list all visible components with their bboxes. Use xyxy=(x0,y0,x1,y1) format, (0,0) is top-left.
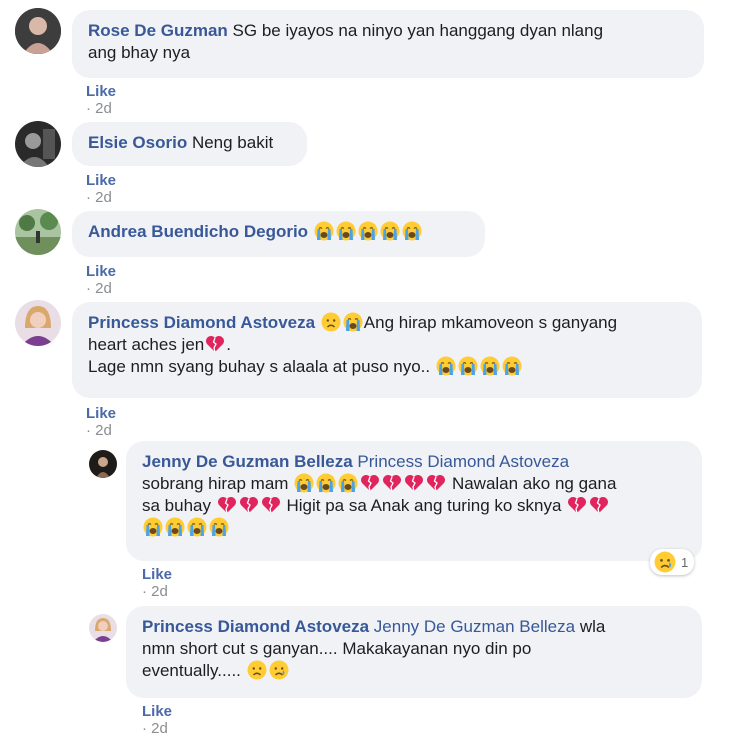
sad-face-emoji xyxy=(269,660,289,680)
meta-separator: · xyxy=(86,422,91,439)
broken-heart-emoji xyxy=(239,495,259,515)
timestamp[interactable]: 2d xyxy=(95,189,112,206)
reply-text: eventually..... xyxy=(142,661,241,680)
meta-separator: · xyxy=(86,189,91,206)
meta-separator: · xyxy=(86,100,91,117)
reply-meta: Like · 2d xyxy=(142,703,172,737)
comment-text: Lage nmn syang buhay s alaala at puso ny… xyxy=(88,357,431,376)
broken-heart-emoji xyxy=(205,334,225,354)
avatar[interactable] xyxy=(89,614,117,642)
crying-face-emoji xyxy=(143,517,163,537)
like-button[interactable]: Like xyxy=(86,83,116,100)
comment-meta: Like · 2d xyxy=(86,405,116,439)
crying-face-emoji xyxy=(209,517,229,537)
comment-bubble: Rose De Guzman SG be iyayos na ninyo yan… xyxy=(72,10,704,78)
reply-text: Nawalan ako ng gana xyxy=(451,474,617,493)
crying-face-emoji xyxy=(338,473,358,493)
crying-face-emoji xyxy=(336,221,356,241)
timestamp[interactable]: 2d xyxy=(95,422,112,439)
reply-author[interactable]: Princess Diamond Astoveza xyxy=(142,617,369,636)
meta-separator: · xyxy=(142,583,147,600)
broken-heart-emoji xyxy=(426,473,446,493)
timestamp[interactable]: 2d xyxy=(151,583,168,600)
like-button[interactable]: Like xyxy=(142,566,172,583)
like-button[interactable]: Like xyxy=(142,703,172,720)
reaction-count: 1 xyxy=(681,554,689,570)
sad-face-emoji xyxy=(247,660,267,680)
like-button[interactable]: Like xyxy=(86,263,116,280)
like-button[interactable]: Like xyxy=(86,405,116,422)
crying-face-emoji xyxy=(316,473,336,493)
broken-heart-emoji xyxy=(261,495,281,515)
reply-meta: Like · 2d xyxy=(142,566,172,600)
crying-face-emoji xyxy=(294,473,314,493)
comment-author[interactable]: Rose De Guzman xyxy=(88,21,228,40)
reply-author[interactable]: Jenny De Guzman Belleza xyxy=(142,452,353,471)
broken-heart-emoji xyxy=(589,495,609,515)
comment-meta: Like · 2d xyxy=(86,172,116,206)
comment-text: SG be iyayos na ninyo yan hanggang dyan … xyxy=(232,21,604,40)
comment-text: . xyxy=(226,335,231,354)
crying-face-emoji xyxy=(314,221,334,241)
crying-face-emoji xyxy=(436,356,456,376)
crying-face-emoji xyxy=(402,221,422,241)
comment-author[interactable]: Andrea Buendicho Degorio xyxy=(88,222,308,241)
reply-text: sa buhay xyxy=(142,496,211,515)
comment-author[interactable]: Elsie Osorio xyxy=(88,133,187,152)
avatar[interactable] xyxy=(15,8,61,54)
avatar[interactable] xyxy=(89,450,117,478)
timestamp[interactable]: 2d xyxy=(95,100,112,117)
crying-face-emoji xyxy=(165,517,185,537)
reply-text: wla xyxy=(579,617,606,636)
comment-text: Neng bakit xyxy=(191,133,274,152)
like-button[interactable]: Like xyxy=(86,172,116,189)
reply-text: nmn short cut s ganyan.... Makakayanan n… xyxy=(142,639,532,658)
broken-heart-emoji xyxy=(404,473,424,493)
reply-text: sobrang hirap mam xyxy=(142,474,289,493)
comment-meta: Like · 2d xyxy=(86,83,116,117)
crying-face-emoji xyxy=(502,356,522,376)
avatar[interactable] xyxy=(15,300,61,346)
crying-face-emoji xyxy=(358,221,378,241)
comment-text: heart aches jen xyxy=(88,335,205,354)
crying-face-emoji xyxy=(343,312,363,332)
broken-heart-emoji xyxy=(567,495,587,515)
comment-author[interactable]: Princess Diamond Astoveza xyxy=(88,313,315,332)
crying-face-emoji xyxy=(480,356,500,376)
mention-link[interactable]: Princess Diamond Astoveza xyxy=(357,452,569,471)
reaction-badge[interactable]: 1 xyxy=(650,549,695,575)
timestamp[interactable]: 2d xyxy=(95,280,112,297)
sad-face-emoji xyxy=(321,312,341,332)
broken-heart-emoji xyxy=(360,473,380,493)
reply-bubble: Jenny De Guzman Belleza Princess Diamond… xyxy=(126,441,702,561)
broken-heart-emoji xyxy=(382,473,402,493)
mention-link[interactable]: Jenny De Guzman Belleza xyxy=(374,617,575,636)
comment-bubble: Princess Diamond Astoveza Ang hirap mkam… xyxy=(72,302,702,398)
avatar[interactable] xyxy=(15,209,61,255)
crying-face-emoji xyxy=(458,356,478,376)
comment-bubble: Elsie Osorio Neng bakit xyxy=(72,122,307,166)
reply-text: Higit pa sa Anak ang turing ko sknya xyxy=(286,496,562,515)
meta-separator: · xyxy=(86,280,91,297)
comment-meta: Like · 2d xyxy=(86,263,116,297)
crying-face-emoji xyxy=(187,517,207,537)
avatar[interactable] xyxy=(15,121,61,167)
crying-face-emoji xyxy=(380,221,400,241)
broken-heart-emoji xyxy=(217,495,237,515)
comment-text: ang bhay nya xyxy=(88,43,191,62)
comment-bubble: Andrea Buendicho Degorio xyxy=(72,211,485,257)
reply-bubble: Princess Diamond Astoveza Jenny De Guzma… xyxy=(126,606,702,698)
sad-reaction-icon xyxy=(654,551,676,573)
comment-text: Ang hirap mkamoveon s ganyang xyxy=(363,313,618,332)
